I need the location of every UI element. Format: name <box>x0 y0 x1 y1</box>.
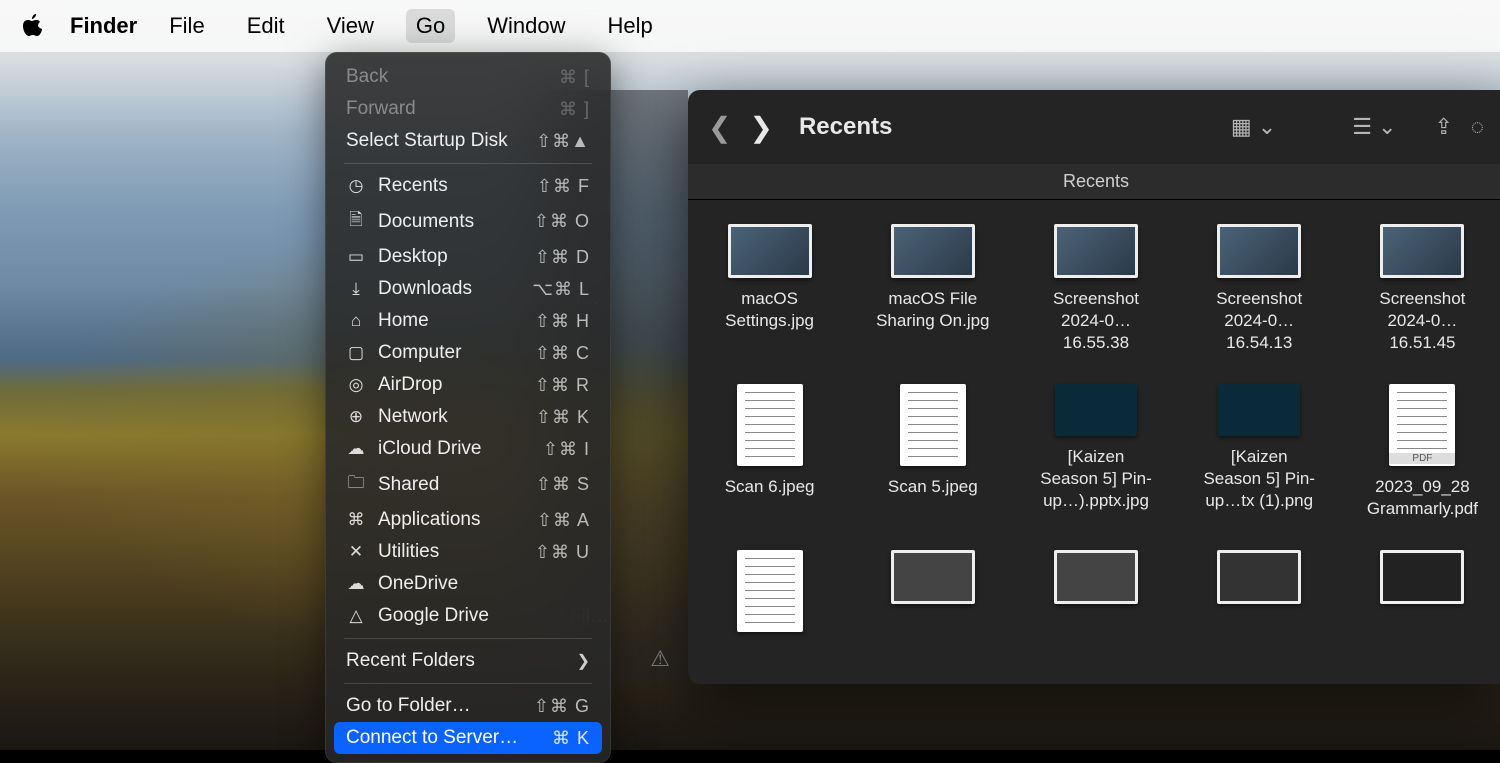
menu-forward: Forward⌘ ] <box>334 93 602 125</box>
file-item[interactable]: [Kaizen Season 5] Pin-up…tx (1).png <box>1202 384 1317 520</box>
menu-downloads[interactable]: ⤓Downloads⌥⌘ L <box>334 273 602 305</box>
network-icon: ⊕ <box>346 407 366 427</box>
menu-edit[interactable]: Edit <box>237 9 295 43</box>
doc-icon: 🗎 <box>346 207 366 236</box>
cloud-icon: ☁ <box>346 574 366 594</box>
clock-icon: ◷ <box>346 176 366 196</box>
warning-icon: ⚠︎ <box>650 646 670 672</box>
menubar: Finder File Edit View Go Window Help <box>0 0 1500 52</box>
file-thumbnail <box>891 224 975 278</box>
file-item[interactable]: Scan 5.jpeg <box>875 384 990 520</box>
menu-network[interactable]: ⊕Network⇧⌘ K <box>334 401 602 433</box>
apple-menu-icon[interactable] <box>22 13 44 39</box>
file-thumbnail <box>1054 224 1138 278</box>
file-thumbnail <box>1389 384 1455 466</box>
menu-icloud-drive[interactable]: ☁iCloud Drive⇧⌘ I <box>334 433 602 465</box>
file-grid: macOS Settings.jpg macOS File Sharing On.… <box>688 200 1500 684</box>
tab-recents[interactable]: Recents <box>1033 165 1159 198</box>
file-name: macOS File Sharing On.jpg <box>875 288 990 332</box>
group-icon[interactable]: ☰ ⌄ <box>1352 114 1396 140</box>
file-item[interactable]: Screenshot 2024-0…16.54.13 <box>1202 224 1317 354</box>
menu-back: Back⌘ [ <box>334 61 602 93</box>
download-icon: ⤓ <box>346 279 366 299</box>
file-thumbnail <box>1217 224 1301 278</box>
file-name: Screenshot 2024-0…16.55.38 <box>1038 288 1153 354</box>
file-name: macOS Settings.jpg <box>712 288 827 332</box>
file-thumbnail <box>1218 384 1300 436</box>
app-name[interactable]: Finder <box>70 13 137 39</box>
finder-tab-bar: Recents <box>688 164 1500 200</box>
menu-startup-disk[interactable]: Select Startup Disk⇧⌘▲ <box>334 125 602 157</box>
file-name: Scan 5.jpeg <box>888 476 978 498</box>
file-item[interactable]: Scan 6.jpeg <box>712 384 827 520</box>
file-thumbnail <box>728 224 812 278</box>
airdrop-icon: ◎ <box>346 375 366 395</box>
cloud-icon: ☁ <box>346 439 366 459</box>
menu-desktop[interactable]: ▭Desktop⇧⌘ D <box>334 241 602 273</box>
menu-applications[interactable]: ⌘Applications⇧⌘ A <box>334 504 602 536</box>
menu-recent-folders[interactable]: Recent Folders❯ <box>334 645 602 677</box>
file-name: Scan 6.jpeg <box>725 476 815 498</box>
menu-window[interactable]: Window <box>477 9 575 43</box>
nav-forward-button[interactable]: ❯ <box>749 111 772 144</box>
file-name: 2023_09_28 Grammarly.pdf <box>1365 476 1480 520</box>
apps-icon: ⌘ <box>346 510 366 530</box>
menu-recents[interactable]: ◷Recents⇧⌘ F <box>334 170 602 202</box>
menu-file[interactable]: File <box>159 9 214 43</box>
share-icon[interactable]: ⇪ <box>1434 114 1452 140</box>
file-item[interactable]: Screenshot 2024-0…16.51.45 <box>1365 224 1480 354</box>
file-item[interactable]: 2023_09_28 Grammarly.pdf <box>1365 384 1480 520</box>
menu-shared[interactable]: 🗀Shared⇧⌘ S <box>334 465 602 504</box>
file-name: [Kaizen Season 5] Pin-up…tx (1).png <box>1202 446 1317 512</box>
nav-back-button[interactable]: ❮ <box>708 111 731 144</box>
home-icon: ⌂ <box>346 311 366 331</box>
menu-google-drive[interactable]: △Google Drive <box>334 600 602 632</box>
file-item[interactable]: [Kaizen Season 5] Pin-up…).pptx.jpg <box>1038 384 1153 520</box>
finder-window: ❮ ❯ Recents ▦ ⌄ ☰ ⌄ ⇪ ◌ Recents macOS Se… <box>688 90 1500 684</box>
computer-icon: ▢ <box>346 343 366 363</box>
menu-go[interactable]: Go <box>406 9 455 43</box>
menu-onedrive[interactable]: ☁OneDrive <box>334 568 602 600</box>
desktop-icon: ▭ <box>346 247 366 267</box>
menu-view[interactable]: View <box>317 9 384 43</box>
menu-documents[interactable]: 🗎Documents⇧⌘ O <box>334 202 602 241</box>
file-thumbnail <box>1055 384 1137 436</box>
go-menu-dropdown: Back⌘ [ Forward⌘ ] Select Startup Disk⇧⌘… <box>325 52 611 763</box>
file-name: Screenshot 2024-0…16.54.13 <box>1202 288 1317 354</box>
file-thumbnail <box>900 384 966 466</box>
menu-airdrop[interactable]: ◎AirDrop⇧⌘ R <box>334 369 602 401</box>
gdrive-icon: △ <box>346 606 366 626</box>
file-item[interactable]: Screenshot 2024-0…16.55.38 <box>1038 224 1153 354</box>
menu-help[interactable]: Help <box>598 9 663 43</box>
finder-toolbar: ❮ ❯ Recents ▦ ⌄ ☰ ⌄ ⇪ ◌ <box>688 90 1500 164</box>
file-item[interactable]: macOS File Sharing On.jpg <box>875 224 990 354</box>
file-item[interactable]: macOS Settings.jpg <box>712 224 827 354</box>
file-name: Screenshot 2024-0…16.51.45 <box>1365 288 1480 354</box>
file-thumbnail <box>1380 224 1464 278</box>
menu-computer[interactable]: ▢Computer⇧⌘ C <box>334 337 602 369</box>
menu-home[interactable]: ⌂Home⇧⌘ H <box>334 305 602 337</box>
menu-go-to-folder[interactable]: Go to Folder…⇧⌘ G <box>334 690 602 722</box>
tag-icon[interactable]: ◌ <box>1471 114 1484 140</box>
menu-connect-to-server[interactable]: Connect to Server…⌘ K <box>334 722 602 754</box>
file-thumbnail <box>737 384 803 466</box>
folder-icon: 🗀 <box>346 470 366 499</box>
view-icon-grid[interactable]: ▦ ⌄ <box>1231 114 1276 140</box>
utilities-icon: ✕ <box>346 542 366 562</box>
file-name: [Kaizen Season 5] Pin-up…).pptx.jpg <box>1038 446 1153 512</box>
window-title: Recents <box>799 113 1213 141</box>
menu-utilities[interactable]: ✕Utilities⇧⌘ U <box>334 536 602 568</box>
